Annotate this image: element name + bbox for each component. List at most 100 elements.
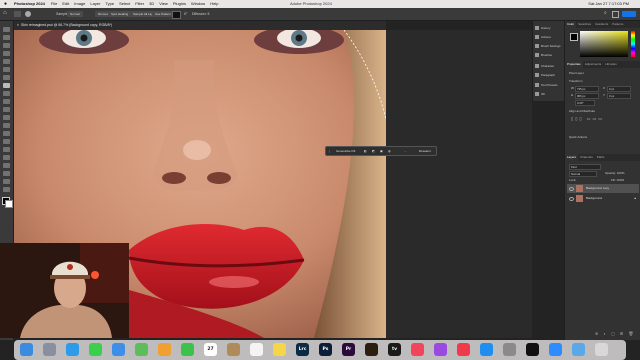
fill-field[interactable]: Fill: 100% bbox=[611, 178, 624, 182]
gradient-tool-icon[interactable] bbox=[3, 123, 10, 128]
settings-icon[interactable] bbox=[503, 343, 516, 356]
menu-3d[interactable]: 3D bbox=[149, 0, 154, 8]
tab-adjustments[interactable]: Adjustments bbox=[583, 61, 604, 68]
hand-tool-icon[interactable] bbox=[3, 179, 10, 184]
angle-field[interactable]: 0° bbox=[184, 10, 187, 18]
blend-mode-select[interactable]: Normal bbox=[569, 171, 597, 177]
safari-icon[interactable] bbox=[66, 343, 79, 356]
facetime-icon[interactable] bbox=[181, 343, 194, 356]
messages-icon[interactable] bbox=[89, 343, 102, 356]
history-brush-tool-icon[interactable] bbox=[3, 107, 10, 112]
healing-tool-icon[interactable] bbox=[3, 83, 10, 88]
shape-tool-icon[interactable] bbox=[3, 171, 10, 176]
fill-selection-icon[interactable]: ◍ bbox=[388, 147, 391, 155]
marquee-tool-icon[interactable] bbox=[3, 35, 10, 40]
invert-selection-icon[interactable]: ◩ bbox=[372, 147, 375, 155]
close-tab-icon[interactable]: × bbox=[17, 23, 19, 27]
menu-plugins[interactable]: Plugins bbox=[173, 0, 186, 8]
tab-paths[interactable]: Paths bbox=[595, 154, 607, 161]
photoshop-icon[interactable]: Ps bbox=[319, 343, 332, 356]
clone-stamp-tool-icon[interactable] bbox=[3, 99, 10, 104]
blur-tool-icon[interactable] bbox=[3, 131, 10, 136]
opacity-field[interactable]: Opacity: 100% bbox=[605, 171, 625, 175]
frame-tool-icon[interactable] bbox=[3, 67, 10, 72]
eraser-tool-icon[interactable] bbox=[3, 115, 10, 120]
apple-menu-icon[interactable]: ● bbox=[4, 0, 7, 8]
brush-size-icon[interactable] bbox=[25, 11, 31, 17]
finder-icon[interactable] bbox=[20, 343, 33, 356]
menu-image[interactable]: Image bbox=[74, 0, 85, 8]
launchpad-icon[interactable] bbox=[43, 343, 56, 356]
trash-icon[interactable] bbox=[595, 343, 608, 356]
notes-icon[interactable] bbox=[273, 343, 286, 356]
actions-panel-button[interactable]: Actions bbox=[535, 34, 551, 41]
folder-icon[interactable] bbox=[572, 343, 585, 356]
share-button[interactable] bbox=[622, 11, 636, 17]
color-picker-field[interactable] bbox=[580, 31, 628, 57]
dodge-tool-icon[interactable] bbox=[3, 139, 10, 144]
quick-actions-label[interactable]: Quick Actions bbox=[569, 135, 587, 139]
home-icon[interactable]: ⌂ bbox=[3, 10, 7, 16]
tab-channels[interactable]: Channels bbox=[578, 154, 595, 161]
document-tab[interactable]: × Skin reimagined.psd @ 66.7% (Background… bbox=[14, 21, 386, 30]
quick-select-tool-icon[interactable] bbox=[3, 51, 10, 56]
use-pattern-button[interactable]: Use Pattern bbox=[152, 11, 174, 17]
menu-filter[interactable]: Filter bbox=[135, 0, 144, 8]
layer-row-background-copy[interactable]: Background copy bbox=[567, 184, 639, 193]
layer-kind-filter[interactable]: Kind bbox=[569, 164, 601, 170]
create-mask-icon[interactable]: ▣ bbox=[380, 147, 383, 155]
menu-view[interactable]: View bbox=[159, 0, 168, 8]
tab-swatches[interactable]: Swatches bbox=[576, 21, 593, 28]
zoom-icon[interactable] bbox=[549, 343, 562, 356]
workspace-icon[interactable] bbox=[612, 11, 619, 18]
modify-selection-icon[interactable]: ◧ bbox=[364, 147, 367, 155]
background-color-swatch[interactable] bbox=[5, 200, 13, 208]
menu-layer[interactable]: Layer bbox=[90, 0, 100, 8]
mail-icon[interactable] bbox=[112, 343, 125, 356]
align-distribute-label[interactable]: Align and Distribute bbox=[569, 109, 595, 113]
height-field[interactable]: 906 px bbox=[575, 93, 599, 99]
3d-panel-button[interactable]: 3D bbox=[535, 91, 545, 98]
contacts-icon[interactable] bbox=[227, 343, 240, 356]
calendar-icon[interactable]: 27 bbox=[204, 343, 217, 356]
tab-properties[interactable]: Properties bbox=[565, 61, 583, 68]
appstore-icon[interactable] bbox=[480, 343, 493, 356]
reminders-icon[interactable] bbox=[250, 343, 263, 356]
more-options-icon[interactable]: ··· bbox=[404, 147, 407, 155]
move-tool-icon[interactable] bbox=[3, 27, 10, 32]
layer-row-background[interactable]: Background 🔒︎ bbox=[567, 194, 639, 203]
hue-slider[interactable] bbox=[631, 31, 635, 57]
photos-icon[interactable] bbox=[158, 343, 171, 356]
menu-edit[interactable]: Edit bbox=[62, 0, 69, 8]
brushes-panel-button[interactable]: Brushes bbox=[535, 52, 552, 59]
pen-tool-icon[interactable] bbox=[3, 147, 10, 152]
width-field[interactable]: 735 px bbox=[575, 86, 599, 92]
type-tool-icon[interactable] bbox=[3, 155, 10, 160]
search-icon[interactable]: ⌕ bbox=[604, 10, 607, 16]
tab-layers[interactable]: Layers bbox=[565, 154, 579, 161]
eye-icon[interactable] bbox=[569, 197, 574, 201]
angle-field[interactable]: 0.00° bbox=[575, 100, 595, 106]
menu-select[interactable]: Select bbox=[119, 0, 130, 8]
eye-icon[interactable] bbox=[569, 187, 574, 191]
zoom-tool-icon[interactable] bbox=[3, 187, 10, 192]
appletv-icon[interactable]: tv bbox=[388, 343, 401, 356]
fg-bg-swatches[interactable] bbox=[570, 33, 578, 41]
eyedropper-tool-icon[interactable] bbox=[3, 75, 10, 80]
menu-file[interactable]: File bbox=[51, 0, 57, 8]
news-icon[interactable] bbox=[457, 343, 470, 356]
menu-help[interactable]: Help bbox=[210, 0, 218, 8]
tab-patterns[interactable]: Patterns bbox=[610, 21, 625, 28]
chatgpt-icon[interactable] bbox=[526, 343, 539, 356]
crop-tool-icon[interactable] bbox=[3, 59, 10, 64]
diffusion-field[interactable]: Diffusion: 5 bbox=[192, 10, 209, 18]
x-field[interactable]: 0 px bbox=[607, 86, 631, 92]
menu-window[interactable]: Window bbox=[191, 0, 205, 8]
app-menu[interactable]: Photoshop 2024 bbox=[14, 0, 45, 8]
premiere-icon[interactable]: Pr bbox=[342, 343, 355, 356]
history-panel-button[interactable]: History bbox=[535, 25, 550, 32]
layers-footer-icons[interactable]: ⊕ ◐ ▢ ⊞ 🗑︎ bbox=[595, 331, 635, 336]
generative-fill-button[interactable]: Generative Fill bbox=[336, 147, 355, 155]
lightroom-icon[interactable]: Lrc bbox=[296, 343, 309, 356]
deselect-button[interactable]: Deselect bbox=[419, 147, 431, 155]
